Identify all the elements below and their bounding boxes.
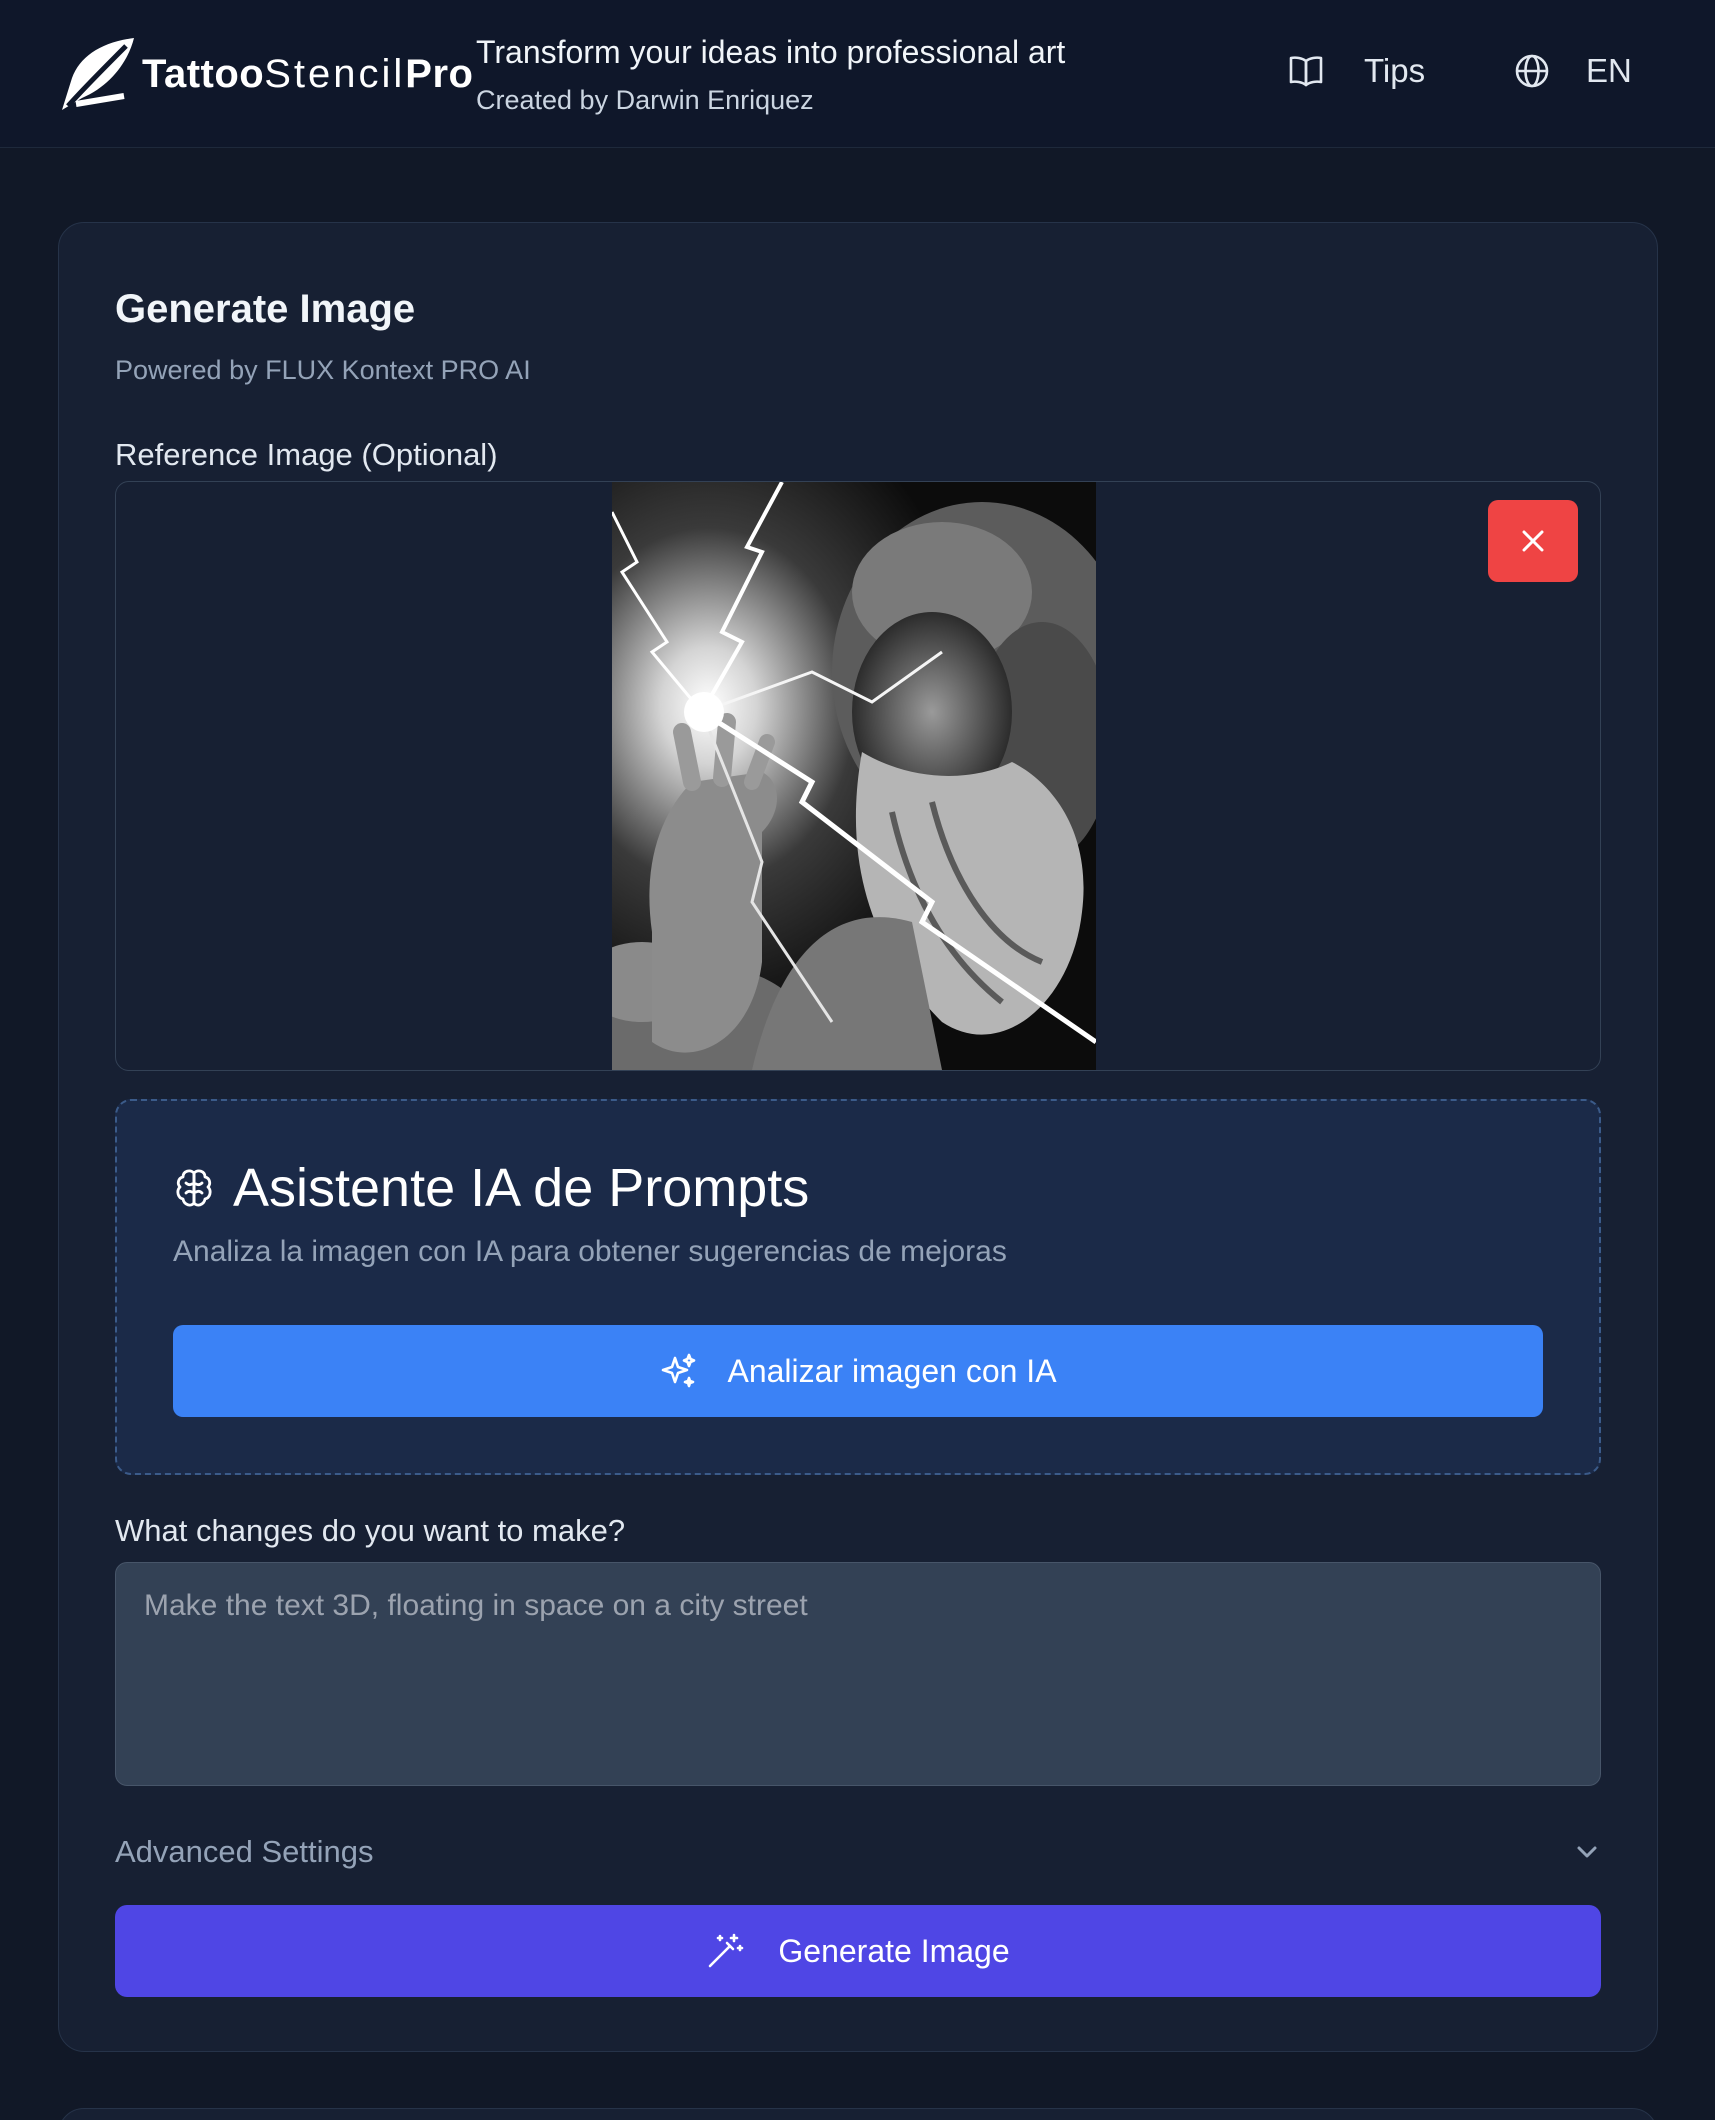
tagline-text: Transform your ideas into professional a… <box>476 34 1066 70</box>
header-tagline: Transform your ideas into professional a… <box>476 34 1065 116</box>
assistant-header: Asistente IA de Prompts <box>173 1157 809 1219</box>
card-subtitle: Powered by FLUX Kontext PRO AI <box>115 355 531 385</box>
assistant-description: Analiza la imagen con IA para obtener su… <box>173 1235 1007 1268</box>
generate-image-label: Generate Image <box>778 1932 1010 1969</box>
close-icon <box>1522 530 1544 552</box>
magic-wand-icon <box>709 1933 744 1968</box>
card-title: Generate Image <box>115 287 416 331</box>
generate-card: Generate Image Powered by FLUX Kontext P… <box>58 222 1658 2052</box>
analyze-image-label: Analizar imagen con IA <box>727 1352 1057 1389</box>
prompt-label: What changes do you want to make? <box>115 1513 626 1548</box>
language-label: EN <box>1586 52 1632 89</box>
tips-link[interactable]: Tips <box>1288 52 1425 90</box>
reference-image-label: Reference Image (Optional) <box>115 437 498 472</box>
logo-text-pro: Pro <box>405 51 474 96</box>
logo-text-stencil: Stencil <box>264 51 406 96</box>
generate-image-button[interactable]: Generate Image <box>115 1905 1601 1997</box>
prompt-textarea[interactable] <box>115 1562 1601 1786</box>
reference-image-preview <box>612 482 1096 1070</box>
logo-feather-icon <box>62 38 134 110</box>
remove-image-button[interactable] <box>1488 500 1578 582</box>
analyze-image-button[interactable]: Analizar imagen con IA <box>173 1325 1543 1417</box>
credit-text: Created by Darwin Enriquez <box>476 85 814 115</box>
advanced-settings-toggle[interactable]: Advanced Settings <box>115 1827 1601 1877</box>
logo-wordmark: TattooStencilPro <box>142 52 473 97</box>
sparkles-icon <box>662 1353 696 1388</box>
globe-icon <box>1515 54 1549 88</box>
logo-text-tattoo: Tattoo <box>142 51 265 96</box>
assistant-title: Asistente IA de Prompts <box>233 1158 810 1218</box>
app-header: TattooStencilPro Transform your ideas in… <box>0 0 1715 148</box>
reference-image-dropzone[interactable] <box>115 481 1601 1071</box>
next-section-card <box>58 2108 1658 2120</box>
chevron-down-icon <box>1577 1846 1597 1858</box>
brain-icon <box>176 1169 212 1207</box>
language-selector[interactable]: EN <box>1514 52 1632 90</box>
prompt-assistant-panel: Asistente IA de Prompts Analiza la image… <box>115 1099 1601 1475</box>
book-open-icon <box>1289 56 1323 87</box>
app-logo[interactable]: TattooStencilPro <box>58 36 473 112</box>
tips-label: Tips <box>1364 52 1426 89</box>
advanced-settings-label: Advanced Settings <box>115 1834 374 1869</box>
